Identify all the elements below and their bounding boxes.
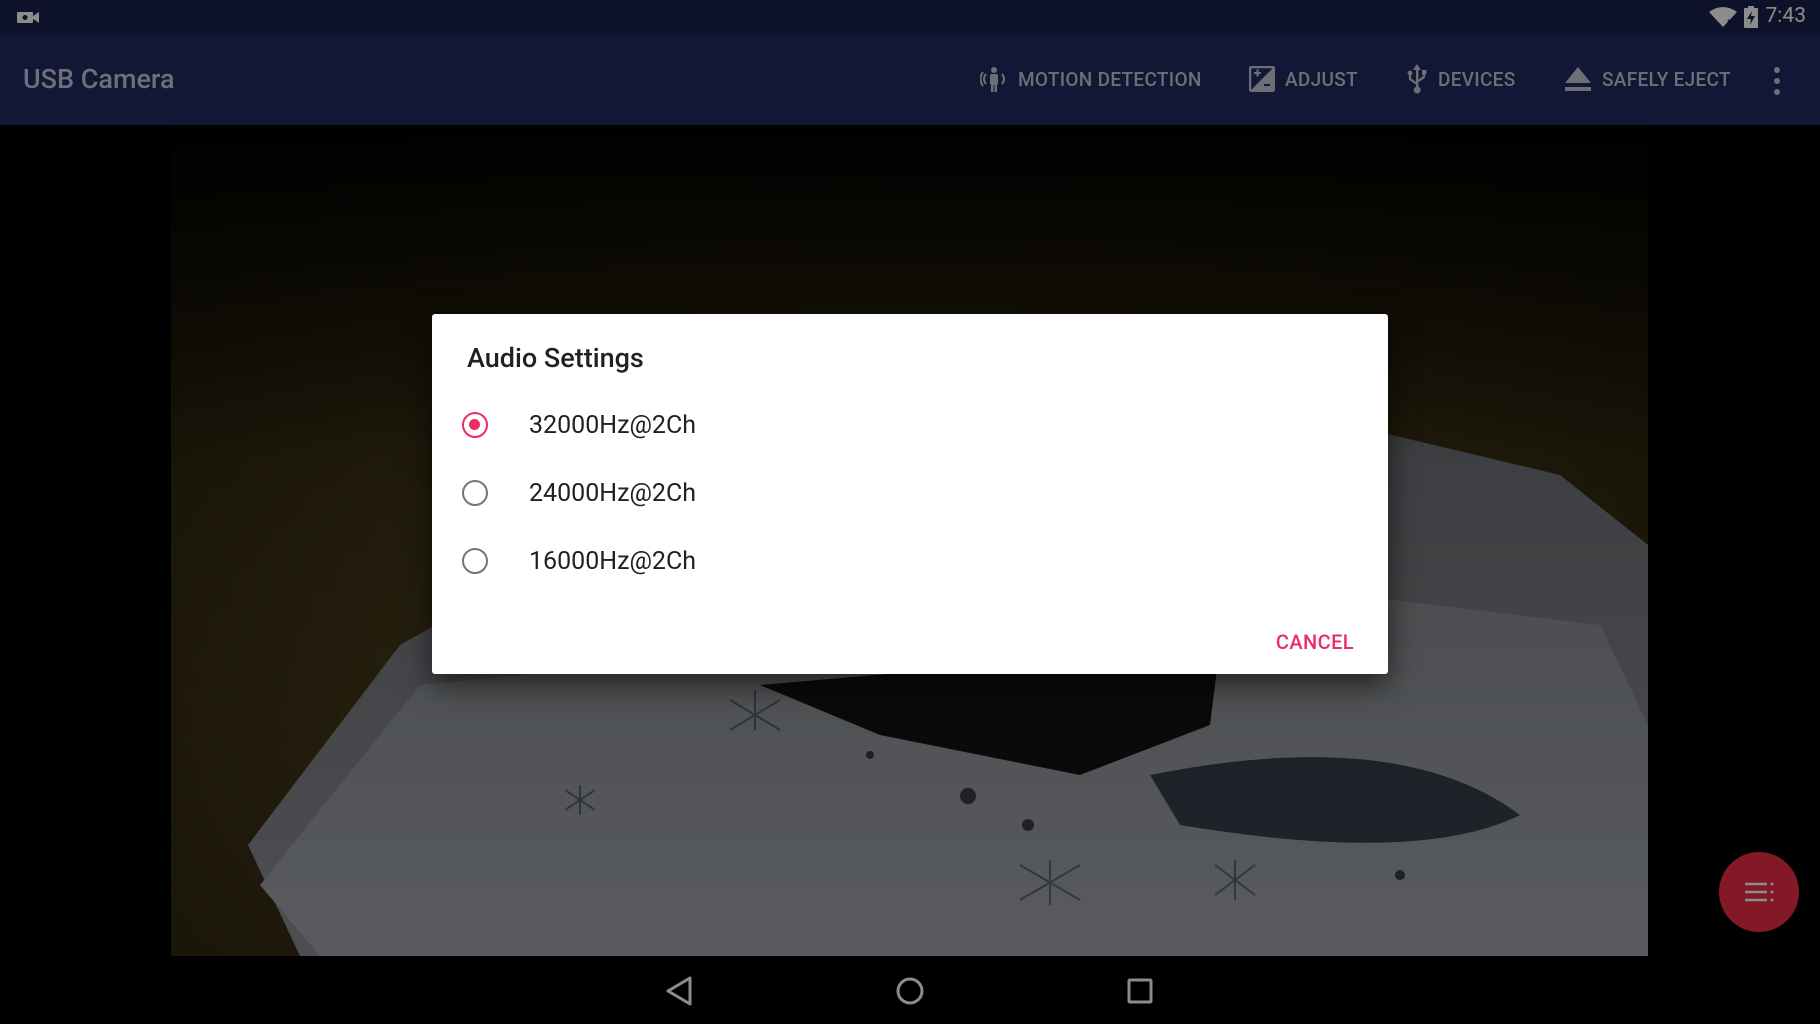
radio-button[interactable]: [462, 548, 488, 574]
radio-button[interactable]: [462, 480, 488, 506]
radio-button-selected[interactable]: [462, 412, 488, 438]
audio-option-label: 32000Hz@2Ch: [529, 410, 697, 440]
audio-option-24000[interactable]: 24000Hz@2Ch: [462, 465, 1342, 521]
cancel-button[interactable]: CANCEL: [1276, 626, 1354, 658]
audio-option-32000[interactable]: 32000Hz@2Ch: [462, 397, 1342, 453]
audio-option-label: 16000Hz@2Ch: [529, 546, 697, 576]
audio-option-label: 24000Hz@2Ch: [529, 478, 697, 508]
dialog-title: Audio Settings: [467, 342, 644, 374]
audio-settings-dialog: Audio Settings 32000Hz@2Ch 24000Hz@2Ch 1…: [432, 314, 1388, 674]
audio-option-16000[interactable]: 16000Hz@2Ch: [462, 533, 1342, 589]
